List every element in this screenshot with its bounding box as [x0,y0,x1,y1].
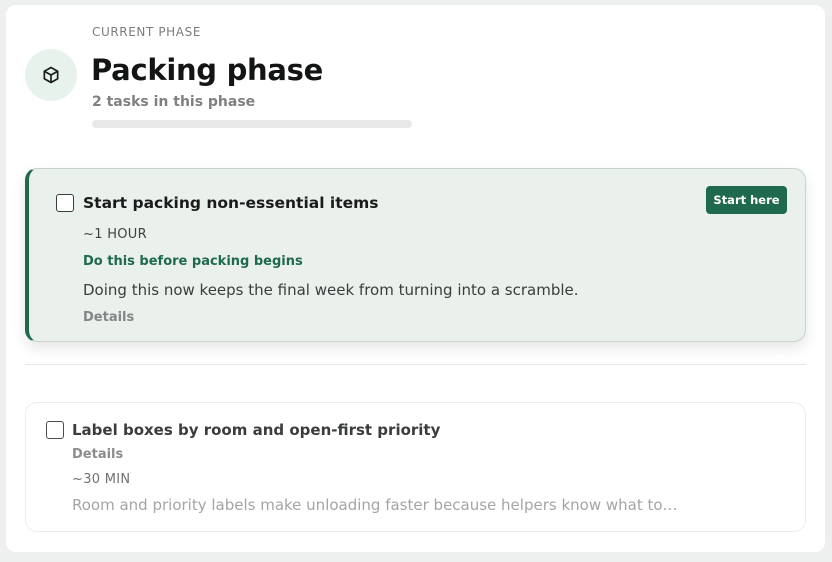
task-duration: ~1 HOUR [83,227,147,242]
task-details-link[interactable]: Details [72,447,123,462]
phase-eyebrow: CURRENT PHASE [92,25,202,39]
task-card: Label boxes by room and open-first prior… [25,402,806,532]
task-card-active: Start packing non-essential items Start … [25,168,806,342]
task-checkbox[interactable] [56,194,74,212]
task-description: Room and priority labels make unloading … [72,496,682,514]
divider [25,364,806,365]
task-hint: Do this before packing begins [83,254,303,269]
phase-progress-bar [92,120,412,128]
task-duration: ~30 MIN [72,472,131,487]
task-description: Doing this now keeps the final week from… [83,281,579,299]
start-here-button[interactable]: Start here [706,186,787,214]
box-icon [43,66,59,84]
phase-icon-badge [25,49,77,101]
task-title: Start packing non-essential items [83,194,379,212]
phase-panel: CURRENT PHASE Packing phase 2 tasks in t… [6,5,825,552]
task-checkbox[interactable] [46,421,64,439]
page-title: Packing phase [91,53,323,87]
task-count: 2 tasks in this phase [92,94,256,110]
task-details-link[interactable]: Details [83,310,134,325]
task-title: Label boxes by room and open-first prior… [72,421,441,439]
